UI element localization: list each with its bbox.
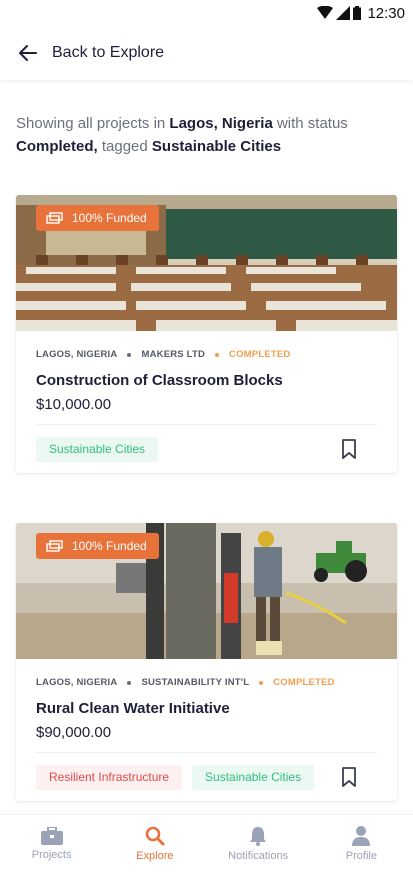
nav-profile[interactable]: Profile — [310, 815, 413, 872]
funded-badge-label: 100% Funded — [72, 211, 147, 225]
project-organization: MAKERS LTD — [141, 349, 206, 360]
tag-sustainable-cities[interactable]: Sustainable Cities — [192, 764, 315, 790]
project-status: COMPLETED — [273, 677, 335, 688]
separator-dot — [259, 680, 264, 685]
nav-profile-label: Profile — [345, 849, 377, 862]
battery-icon — [353, 6, 362, 20]
nav-projects[interactable]: Projects — [0, 815, 103, 872]
back-arrow-icon[interactable] — [18, 43, 38, 63]
project-meta: LAGOS, NIGERIA MAKERS LTD COMPLETED — [36, 349, 377, 360]
project-location: LAGOS, NIGERIA — [36, 677, 118, 688]
project-amount: $10,000.00 — [36, 396, 112, 413]
project-location: LAGOS, NIGERIA — [36, 349, 118, 360]
nav-projects-label: Projects — [31, 848, 72, 861]
summary-location: Lagos, Nigeria — [169, 115, 273, 132]
money-stack-icon — [46, 540, 63, 552]
search-icon — [145, 826, 165, 845]
bookmark-icon[interactable] — [341, 767, 357, 787]
funded-badge: 100% Funded — [36, 533, 159, 559]
summary-prefix: Showing all projects in — [16, 115, 170, 132]
funded-badge-label: 100% Funded — [72, 539, 147, 553]
signal-icon — [336, 6, 351, 20]
project-details: LAGOS, NIGERIA MAKERS LTD COMPLETED Cons… — [16, 331, 397, 473]
results-summary: Showing all projects in Lagos, Nigeria w… — [0, 80, 413, 158]
summary-tag: Sustainable Cities — [151, 138, 282, 155]
back-to-explore-bar[interactable]: Back to Explore — [0, 26, 413, 80]
status-time: 12:30 — [367, 4, 405, 22]
nav-notifications[interactable]: Notifications — [207, 815, 310, 872]
funded-badge: 100% Funded — [36, 205, 159, 231]
separator-dot — [127, 680, 132, 685]
summary-mid: with status — [272, 115, 348, 132]
summary-status: Completed, — [16, 138, 98, 155]
tag-resilient-infrastructure[interactable]: Resilient Infrastructure — [36, 764, 183, 790]
summary-tagged: tagged — [97, 138, 152, 155]
bottom-nav: Projects Explore Notifications Profile — [0, 814, 413, 872]
bookmark-icon[interactable] — [341, 439, 357, 459]
project-details: LAGOS, NIGERIA SUSTAINABILITY INT'L COMP… — [16, 659, 397, 801]
project-photo[interactable]: 100% Funded — [16, 523, 397, 659]
project-card[interactable]: 100% Funded LAGOS, NIGERIA MAKERS LTD CO… — [16, 195, 397, 473]
bell-icon — [250, 826, 267, 846]
briefcase-icon — [40, 826, 63, 845]
nav-explore[interactable]: Explore — [103, 815, 206, 872]
project-photo[interactable]: 100% Funded — [16, 195, 397, 331]
project-footer: Sustainable Cities — [36, 425, 377, 473]
separator-dot — [215, 352, 220, 357]
money-stack-icon — [46, 212, 63, 224]
separator-dot — [127, 352, 132, 357]
project-card[interactable]: 100% Funded LAGOS, NIGERIA SUSTAINABILIT… — [16, 523, 397, 801]
project-title[interactable]: Rural Clean Water Initiative — [36, 700, 377, 717]
person-icon — [352, 825, 371, 846]
project-title[interactable]: Construction of Classroom Blocks — [36, 372, 377, 389]
project-amount: $90,000.00 — [36, 724, 112, 741]
status-bar: 12:30 — [0, 0, 413, 26]
status-icons — [317, 6, 362, 20]
nav-explore-label: Explore — [136, 849, 174, 862]
project-organization: SUSTAINABILITY INT'L — [141, 677, 250, 688]
tag-sustainable-cities[interactable]: Sustainable Cities — [36, 436, 159, 462]
wifi-icon — [317, 6, 334, 19]
project-footer: Resilient Infrastructure Sustainable Cit… — [36, 753, 377, 801]
nav-notifications-label: Notifications — [228, 849, 289, 862]
project-meta: LAGOS, NIGERIA SUSTAINABILITY INT'L COMP… — [36, 677, 377, 688]
project-status: COMPLETED — [229, 349, 291, 360]
back-label[interactable]: Back to Explore — [52, 44, 164, 62]
